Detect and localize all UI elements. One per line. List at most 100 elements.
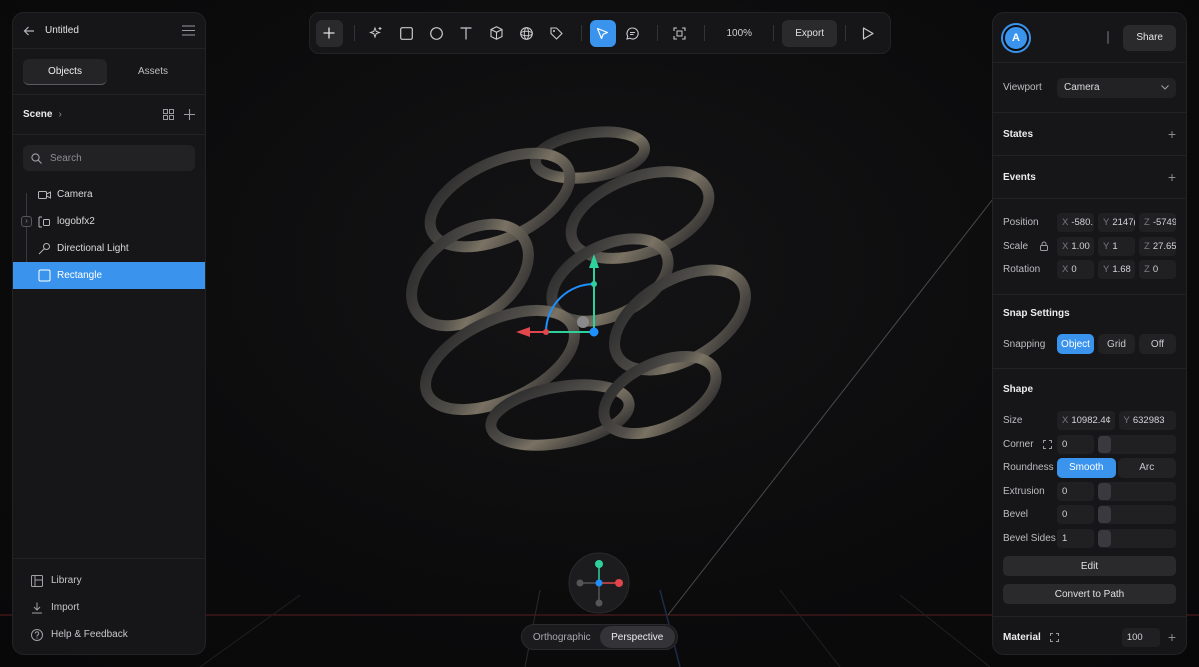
states-section: States + xyxy=(993,113,1186,156)
gizmo-center[interactable] xyxy=(577,316,589,328)
material-expand-icon[interactable] xyxy=(1049,632,1059,642)
toolbar-divider xyxy=(704,25,706,41)
import-link[interactable]: Import xyxy=(13,594,205,621)
size-x-input[interactable]: X 10982.4¢ xyxy=(1057,411,1115,431)
ai-generate-button[interactable] xyxy=(363,20,390,47)
roundness-arc-option[interactable]: Arc xyxy=(1117,457,1176,478)
snap-object-option[interactable]: Object xyxy=(1057,334,1094,355)
roundness-smooth-option[interactable]: Smooth xyxy=(1057,457,1116,478)
camera-icon xyxy=(37,190,51,200)
3d-object-rings[interactable] xyxy=(393,126,763,455)
cube-tool-button[interactable] xyxy=(483,20,510,47)
extrusion-slider[interactable] xyxy=(1098,481,1176,501)
add-event-icon[interactable]: + xyxy=(1168,169,1176,185)
snap-grid-option[interactable]: Grid xyxy=(1098,334,1135,355)
sphere-tool-button[interactable] xyxy=(513,20,540,47)
orientation-neg-x-dot[interactable] xyxy=(576,579,584,587)
position-x-input[interactable]: X -580. xyxy=(1057,213,1094,233)
slider-thumb[interactable] xyxy=(1098,435,1111,453)
orientation-y-dot[interactable] xyxy=(595,560,603,568)
frame-tool-button[interactable] xyxy=(666,20,693,47)
snap-off-option[interactable]: Off xyxy=(1139,334,1176,355)
convert-to-path-button[interactable]: Convert to Path xyxy=(1003,584,1176,604)
tag-icon xyxy=(549,26,563,40)
grid-view-icon[interactable] xyxy=(163,109,174,120)
search-input[interactable]: Search xyxy=(23,145,195,171)
bevel-slider[interactable] xyxy=(1098,505,1176,525)
scale-z-input[interactable]: Z 27.65 xyxy=(1139,236,1176,256)
select-tool-button[interactable] xyxy=(589,19,617,47)
orientation-x-dot[interactable] xyxy=(615,579,623,587)
viewport-select[interactable]: Camera xyxy=(1057,77,1176,98)
tab-objects[interactable]: Objects xyxy=(23,58,107,85)
add-state-icon[interactable]: + xyxy=(1168,126,1176,142)
position-y-input[interactable]: Y 2147( xyxy=(1098,213,1135,233)
slider-thumb[interactable] xyxy=(1098,506,1111,524)
add-material-icon[interactable]: + xyxy=(1168,629,1176,645)
back-arrow-icon[interactable] xyxy=(23,25,35,37)
tree-item-camera[interactable]: Camera xyxy=(13,181,205,208)
text-tool-button[interactable] xyxy=(453,20,480,47)
edit-button[interactable]: Edit xyxy=(1003,556,1176,576)
zoom-level[interactable]: 100% xyxy=(713,28,765,39)
hamburger-menu-icon[interactable] xyxy=(182,25,195,36)
tree-item-logobfx2[interactable]: › logobfx2 xyxy=(13,208,205,235)
size-y-input[interactable]: Y 632983 xyxy=(1118,411,1176,431)
expand-toggle[interactable]: › xyxy=(21,216,32,227)
orthographic-option[interactable]: Orthographic xyxy=(524,626,600,648)
corner-input[interactable]: 0 xyxy=(1057,434,1094,454)
ellipse-tool-button[interactable] xyxy=(423,20,450,47)
material-opacity-input[interactable]: 100 xyxy=(1121,627,1160,647)
toolbar-divider xyxy=(657,25,659,41)
scale-x-input[interactable]: X 1.00 xyxy=(1057,236,1094,256)
perspective-option[interactable]: Perspective xyxy=(599,626,675,648)
bevel-sides-label: Bevel Sides xyxy=(1003,532,1056,544)
document-title[interactable]: Untitled xyxy=(45,25,182,36)
bevel-sides-slider[interactable] xyxy=(1098,528,1176,548)
scene-selector[interactable]: Scene › xyxy=(13,95,205,135)
tree-item-rectangle[interactable]: Rectangle xyxy=(13,262,205,289)
lock-icon[interactable] xyxy=(1040,241,1049,252)
gizmo-dot[interactable] xyxy=(591,281,597,287)
bevel-sides-input[interactable]: 1 xyxy=(1057,528,1094,548)
scale-y-input[interactable]: Y1 xyxy=(1098,236,1135,256)
help-feedback-link[interactable]: Help & Feedback xyxy=(13,621,205,648)
rectangle-tool-button[interactable] xyxy=(393,20,420,47)
play-icon xyxy=(862,26,874,40)
toolbar-divider xyxy=(773,25,775,41)
gizmo-origin[interactable] xyxy=(589,327,599,337)
tab-assets[interactable]: Assets xyxy=(111,59,195,85)
slider-thumb[interactable] xyxy=(1098,529,1111,547)
position-z-input[interactable]: Z -5749 xyxy=(1139,213,1176,233)
slider-thumb[interactable] xyxy=(1098,482,1111,500)
chevron-right-icon[interactable]: › xyxy=(58,109,61,120)
right-panel: A Share Viewport Camera States + Events … xyxy=(992,12,1187,655)
share-button[interactable]: Share xyxy=(1123,24,1176,51)
tree-item-directional-light[interactable]: Directional Light xyxy=(13,235,205,262)
avatar[interactable]: A xyxy=(1003,24,1029,51)
extrusion-input[interactable]: 0 xyxy=(1057,481,1094,501)
play-button[interactable] xyxy=(854,20,881,47)
add-button[interactable] xyxy=(316,19,343,47)
rotation-x-input[interactable]: X0 xyxy=(1057,260,1094,280)
add-scene-icon[interactable] xyxy=(184,109,195,120)
tag-tool-button[interactable] xyxy=(543,20,570,47)
tree-item-label: Camera xyxy=(57,189,93,200)
comment-icon xyxy=(626,26,640,40)
viewport-section: Viewport Camera xyxy=(993,63,1186,113)
bevel-input[interactable]: 0 xyxy=(1057,505,1094,525)
scene-label[interactable]: Scene xyxy=(23,109,52,120)
orientation-neg-y-dot[interactable] xyxy=(595,599,603,607)
rotation-y-input[interactable]: Y 1.68 xyxy=(1098,260,1135,280)
corner-slider[interactable] xyxy=(1098,434,1176,454)
orientation-z-dot[interactable] xyxy=(595,579,603,587)
library-link[interactable]: Library xyxy=(13,567,205,594)
corner-expand-icon[interactable] xyxy=(1042,439,1052,449)
snapping-segmented: Object Grid Off xyxy=(1057,334,1176,355)
x-axis-arrow[interactable] xyxy=(516,327,530,337)
comment-tool-button[interactable] xyxy=(619,20,646,47)
gizmo-dot[interactable] xyxy=(543,329,549,335)
rotation-z-input[interactable]: Z0 xyxy=(1139,260,1176,280)
orientation-widget[interactable] xyxy=(568,552,630,614)
export-button[interactable]: Export xyxy=(782,19,838,47)
